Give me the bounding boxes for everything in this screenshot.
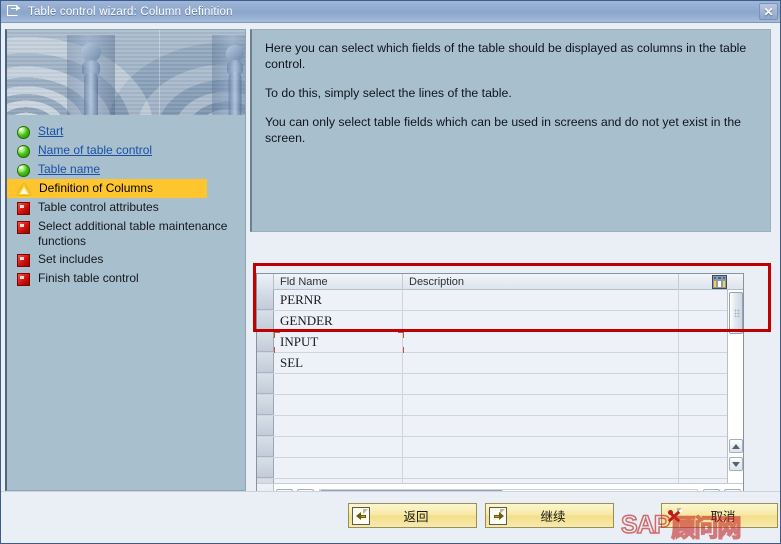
cell-fld-name[interactable] — [274, 416, 403, 436]
cell-fld-name[interactable]: INPUT — [274, 332, 403, 352]
table-select-all-corner[interactable] — [257, 273, 274, 290]
scroll-down-icon[interactable] — [729, 457, 743, 471]
table-row[interactable] — [257, 437, 743, 458]
row-select-button[interactable] — [257, 458, 274, 478]
column-header-description[interactable]: Description — [403, 273, 679, 290]
back-button-label: 返回 — [403, 510, 429, 524]
table-row[interactable] — [257, 458, 743, 479]
red-square-icon — [17, 221, 30, 234]
row-select-button[interactable] — [257, 416, 274, 436]
cell-description[interactable] — [403, 332, 679, 352]
table-row[interactable]: INPUT — [257, 332, 743, 353]
instruction-paragraph-2: To do this, simply select the lines of t… — [265, 86, 512, 100]
sidebar-step-4[interactable]: Table control attributes — [7, 198, 245, 217]
row-select-button[interactable] — [257, 311, 274, 331]
vertical-scrollbar-thumb[interactable] — [729, 292, 743, 334]
cell-description[interactable] — [403, 458, 679, 478]
sidebar-step-7[interactable]: Finish table control — [7, 269, 245, 288]
sidebar-step-label: Finish table control — [38, 271, 139, 285]
forward-arrow-doc-icon — [489, 506, 507, 525]
cell-fld-name[interactable] — [274, 458, 403, 478]
cell-description[interactable] — [403, 395, 679, 415]
cell-description[interactable] — [403, 374, 679, 394]
sidebar-step-2[interactable]: Table name — [7, 160, 245, 179]
chess-pawns-ripple-image — [7, 30, 245, 115]
sidebar-step-label: Name of table control — [38, 143, 153, 157]
window-title: Table control wizard: Column definition — [28, 5, 233, 18]
continue-button[interactable]: 继续 — [485, 503, 614, 528]
sidebar-step-label: Definition of Columns — [39, 181, 154, 195]
cell-fld-name[interactable] — [274, 395, 403, 415]
cancel-button-label: 取消 — [710, 510, 736, 524]
cell-fld-name[interactable]: SEL — [274, 353, 403, 373]
red-square-icon — [17, 202, 30, 215]
content-pane: Here you can select which fields of the … — [250, 29, 776, 511]
title-bar: Table control wizard: Column definition … — [1, 1, 780, 23]
row-select-button[interactable] — [257, 437, 274, 457]
sidebar-step-label: Start — [38, 124, 64, 138]
sidebar-step-label: Select additional table maintenance func… — [38, 219, 228, 248]
yellow-warning-triangle-icon — [17, 183, 31, 195]
table-row[interactable]: SEL — [257, 353, 743, 374]
table-row[interactable] — [257, 374, 743, 395]
instruction-paragraph-1: Here you can select which fields of the … — [265, 41, 747, 71]
row-select-button[interactable] — [257, 332, 274, 352]
row-select-button[interactable] — [257, 374, 274, 394]
continue-button-label: 继续 — [540, 510, 566, 524]
red-square-icon — [17, 254, 30, 267]
sidebar-step-5[interactable]: Select additional table maintenance func… — [7, 217, 245, 250]
wizard-step-sidebar: Start Name of table control Table name Defi… — [5, 29, 246, 491]
step-list: Start Name of table control Table name Defi… — [7, 122, 245, 288]
row-select-button[interactable] — [257, 353, 274, 373]
wizard-icon — [7, 4, 22, 18]
green-circle-icon — [17, 126, 30, 139]
cancel-button[interactable]: 取消 — [661, 503, 778, 528]
close-icon[interactable]: ✕ — [759, 3, 778, 20]
red-square-icon — [17, 273, 30, 286]
table-row[interactable]: GENDER — [257, 311, 743, 332]
instruction-paragraph-3: You can only select table fields which c… — [265, 115, 742, 145]
back-button[interactable]: 返回 — [348, 503, 477, 528]
scroll-up-icon[interactable] — [729, 439, 743, 453]
table-rows: PERNR GENDER INPUT SEL — [257, 290, 743, 483]
sidebar-step-6[interactable]: Set includes — [7, 250, 245, 269]
field-table-control: Fld Name Description PERNR GENDER INPUT SEL — [256, 273, 744, 511]
cell-fld-name[interactable] — [274, 437, 403, 457]
sidebar-step-3[interactable]: Definition of Columns — [7, 179, 207, 198]
cell-description[interactable] — [403, 290, 679, 310]
sidebar-step-label: Table name — [38, 162, 101, 176]
cancel-x-icon — [665, 507, 683, 525]
window-body: Start Name of table control Table name Defi… — [1, 23, 780, 511]
green-circle-icon — [17, 145, 30, 158]
sidebar-step-label: Table control attributes — [38, 200, 159, 214]
table-vertical-scrollbar[interactable] — [727, 290, 743, 483]
column-header-fld-name[interactable]: Fld Name — [274, 273, 403, 290]
cell-fld-name[interactable]: GENDER — [274, 311, 403, 331]
wizard-window: Table control wizard: Column definition … — [0, 0, 781, 544]
sidebar-step-1[interactable]: Name of table control — [7, 141, 245, 160]
row-select-button[interactable] — [257, 395, 274, 415]
back-arrow-doc-icon — [352, 506, 370, 525]
table-row[interactable] — [257, 416, 743, 437]
sidebar-step-0[interactable]: Start — [7, 122, 245, 141]
cell-description[interactable] — [403, 353, 679, 373]
table-row[interactable] — [257, 395, 743, 416]
instruction-panel: Here you can select which fields of the … — [250, 29, 771, 232]
footer-bar: 返回 继续 取消 — [1, 491, 780, 543]
cell-description[interactable] — [403, 416, 679, 436]
cell-description[interactable] — [403, 311, 679, 331]
row-select-button[interactable] — [257, 290, 274, 310]
table-grid-icon[interactable] — [712, 275, 727, 289]
cell-fld-name[interactable]: PERNR — [274, 290, 403, 310]
sidebar-step-label: Set includes — [38, 252, 104, 266]
cell-description[interactable] — [403, 437, 679, 457]
table-row[interactable]: PERNR — [257, 290, 743, 311]
cell-fld-name[interactable] — [274, 374, 403, 394]
table-header-row: Fld Name Description — [257, 273, 743, 290]
green-circle-icon — [17, 164, 30, 177]
